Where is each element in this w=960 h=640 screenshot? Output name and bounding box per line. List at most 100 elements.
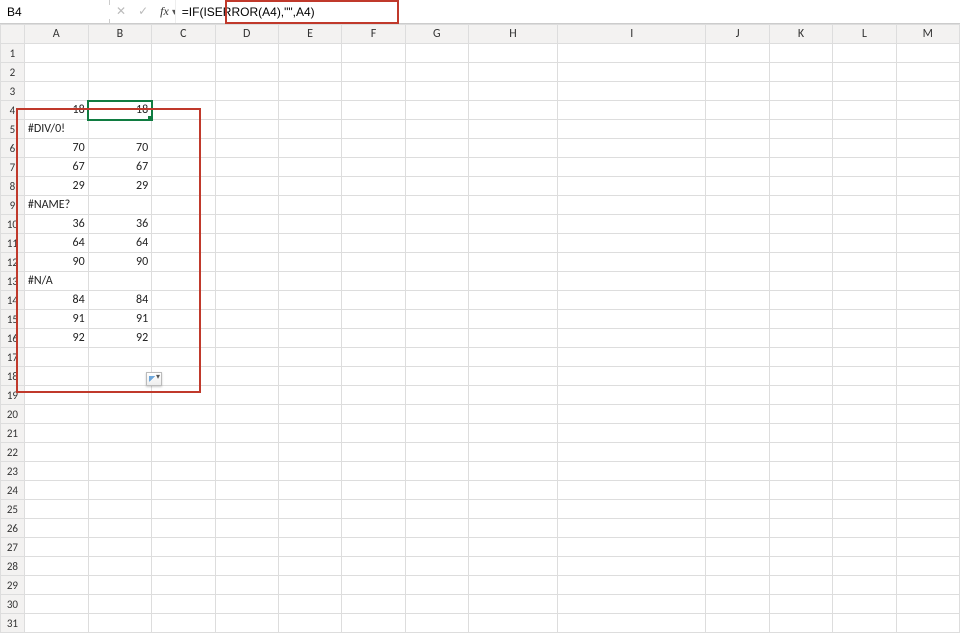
cell-B8[interactable]: 29 [88, 177, 151, 196]
cell-L15[interactable] [833, 310, 896, 329]
row-header-25[interactable]: 25 [1, 500, 25, 519]
column-header-J[interactable]: J [706, 25, 769, 44]
cell-H21[interactable] [469, 424, 558, 443]
cell-A19[interactable] [24, 386, 88, 405]
cell-B10[interactable]: 36 [88, 215, 151, 234]
cell-L23[interactable] [833, 462, 896, 481]
cell-E24[interactable] [278, 481, 341, 500]
cell-E30[interactable] [278, 595, 341, 614]
row-header-27[interactable]: 27 [1, 538, 25, 557]
cell-I9[interactable] [558, 196, 706, 215]
cell-A3[interactable] [24, 82, 88, 101]
cell-C31[interactable] [152, 614, 215, 633]
cell-G30[interactable] [405, 595, 468, 614]
cell-A7[interactable]: 67 [24, 158, 88, 177]
cell-A10[interactable]: 36 [24, 215, 88, 234]
row-header-10[interactable]: 10 [1, 215, 25, 234]
cell-D17[interactable] [215, 348, 278, 367]
cell-E20[interactable] [278, 405, 341, 424]
cell-J30[interactable] [706, 595, 769, 614]
cell-L9[interactable] [833, 196, 896, 215]
cell-D20[interactable] [215, 405, 278, 424]
cell-I2[interactable] [558, 63, 706, 82]
cell-J19[interactable] [706, 386, 769, 405]
cell-B30[interactable] [88, 595, 151, 614]
cancel-icon[interactable]: ✕ [116, 4, 126, 19]
column-header-K[interactable]: K [769, 25, 832, 44]
cell-C12[interactable] [152, 253, 215, 272]
cell-M20[interactable] [896, 405, 959, 424]
cell-B9[interactable] [88, 196, 151, 215]
cell-H15[interactable] [469, 310, 558, 329]
cell-I20[interactable] [558, 405, 706, 424]
cell-I21[interactable] [558, 424, 706, 443]
row-header-22[interactable]: 22 [1, 443, 25, 462]
cell-G2[interactable] [405, 63, 468, 82]
cell-K13[interactable] [769, 272, 832, 291]
cell-M5[interactable] [896, 120, 959, 139]
cell-I18[interactable] [558, 367, 706, 386]
cell-C13[interactable] [152, 272, 215, 291]
cell-J20[interactable] [706, 405, 769, 424]
cell-G6[interactable] [405, 139, 468, 158]
cell-G22[interactable] [405, 443, 468, 462]
cell-A6[interactable]: 70 [24, 139, 88, 158]
cell-M9[interactable] [896, 196, 959, 215]
cell-C3[interactable] [152, 82, 215, 101]
cell-K20[interactable] [769, 405, 832, 424]
cell-M10[interactable] [896, 215, 959, 234]
cell-H27[interactable] [469, 538, 558, 557]
cell-E16[interactable] [278, 329, 341, 348]
cell-J10[interactable] [706, 215, 769, 234]
cell-F19[interactable] [342, 386, 405, 405]
row-header-23[interactable]: 23 [1, 462, 25, 481]
cell-M1[interactable] [896, 44, 959, 63]
row-header-30[interactable]: 30 [1, 595, 25, 614]
cell-J21[interactable] [706, 424, 769, 443]
cell-G9[interactable] [405, 196, 468, 215]
cell-K14[interactable] [769, 291, 832, 310]
cell-K9[interactable] [769, 196, 832, 215]
cell-K10[interactable] [769, 215, 832, 234]
cell-B19[interactable] [88, 386, 151, 405]
cell-C6[interactable] [152, 139, 215, 158]
cell-H22[interactable] [469, 443, 558, 462]
row-header-2[interactable]: 2 [1, 63, 25, 82]
cell-A5[interactable]: #DIV/0! [24, 120, 88, 139]
cell-E27[interactable] [278, 538, 341, 557]
cell-C9[interactable] [152, 196, 215, 215]
cell-E23[interactable] [278, 462, 341, 481]
cell-E6[interactable] [278, 139, 341, 158]
cell-D18[interactable] [215, 367, 278, 386]
cell-D25[interactable] [215, 500, 278, 519]
cell-G8[interactable] [405, 177, 468, 196]
cell-E4[interactable] [278, 101, 341, 120]
cell-L16[interactable] [833, 329, 896, 348]
cell-F20[interactable] [342, 405, 405, 424]
cell-H24[interactable] [469, 481, 558, 500]
cell-M3[interactable] [896, 82, 959, 101]
cell-K8[interactable] [769, 177, 832, 196]
cell-A18[interactable] [24, 367, 88, 386]
cell-M27[interactable] [896, 538, 959, 557]
cell-E10[interactable] [278, 215, 341, 234]
cell-G31[interactable] [405, 614, 468, 633]
cell-D4[interactable] [215, 101, 278, 120]
cell-M19[interactable] [896, 386, 959, 405]
cell-D22[interactable] [215, 443, 278, 462]
cell-F23[interactable] [342, 462, 405, 481]
cell-M15[interactable] [896, 310, 959, 329]
cell-L8[interactable] [833, 177, 896, 196]
cell-E19[interactable] [278, 386, 341, 405]
cell-I5[interactable] [558, 120, 706, 139]
cell-G29[interactable] [405, 576, 468, 595]
cell-C22[interactable] [152, 443, 215, 462]
cell-A23[interactable] [24, 462, 88, 481]
cell-L14[interactable] [833, 291, 896, 310]
cell-K17[interactable] [769, 348, 832, 367]
cell-F1[interactable] [342, 44, 405, 63]
cell-J3[interactable] [706, 82, 769, 101]
row-header-16[interactable]: 16 [1, 329, 25, 348]
cell-B3[interactable] [88, 82, 151, 101]
cell-H30[interactable] [469, 595, 558, 614]
